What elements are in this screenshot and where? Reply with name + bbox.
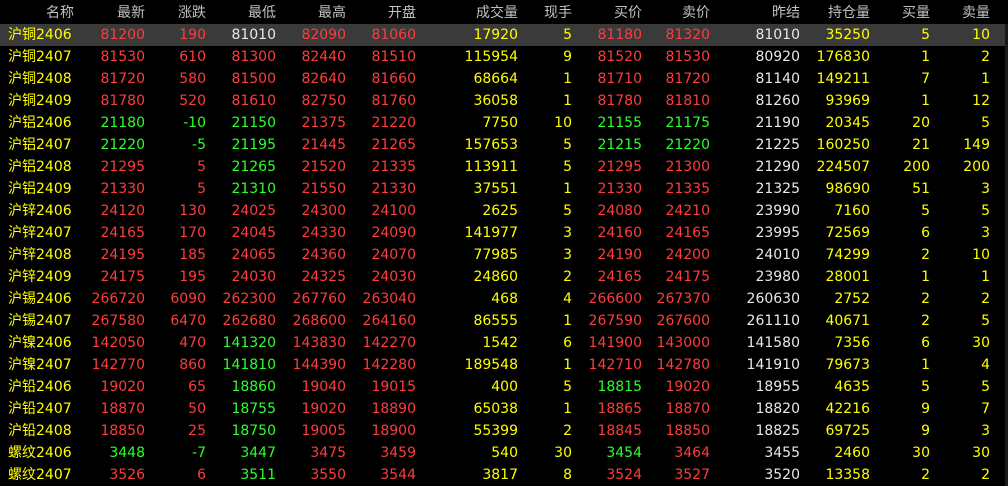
cell-ask-vol: 5 (981, 203, 990, 219)
cell-ask: 267600 (656, 313, 710, 329)
cell-ask: 21175 (665, 115, 710, 131)
cell-open: 264160 (362, 313, 416, 329)
cell-ask: 81810 (665, 93, 710, 109)
cell-ask-vol: 149 (963, 137, 990, 153)
cell-ask-vol: 5 (981, 115, 990, 131)
cell-open: 81760 (371, 93, 416, 109)
cell-ask: 267370 (656, 291, 710, 307)
table-row[interactable]: 沪锌2409 24175 195 24030 24325 24030 24860 2 24165… (0, 266, 1008, 288)
cell-ask: 142780 (656, 357, 710, 373)
cell-ask: 143000 (656, 335, 710, 351)
table-row[interactable]: 螺纹2406 3448 -7 3447 3475 3459 540 30 3454 3464 345… (0, 442, 1008, 464)
header-open[interactable]: 开盘 (326, 2, 416, 24)
cell-ask: 3464 (674, 445, 710, 461)
cell-open: 21330 (371, 181, 416, 197)
cell-ask: 21335 (665, 181, 710, 197)
cell-ask: 24210 (665, 203, 710, 219)
cell-open: 81510 (371, 49, 416, 65)
table-row[interactable]: 螺纹2407 3526 6 3511 3550 3544 3817 8 3524 3527 3520… (0, 464, 1008, 486)
table-row[interactable]: 沪铅2408 18850 25 18750 19005 18900 55399 2 18845 1… (0, 420, 1008, 442)
table-row[interactable]: 沪镍2406 142050 470 141320 143830 142270 1542 6 14… (0, 332, 1008, 354)
table-row[interactable]: 沪锌2407 24165 170 24045 24330 24090 141977 3 2416… (0, 222, 1008, 244)
cell-ask-vol: 12 (972, 93, 990, 109)
cell-ask: 18850 (665, 423, 710, 439)
cell-ask-vol: 7 (981, 401, 990, 417)
cell-ask: 19020 (665, 379, 710, 395)
table-row[interactable]: 沪铜2409 81780 520 81610 82750 81760 36058 1 81780… (0, 90, 1008, 112)
futures-quote-table: 名称 最新 涨跌 最低 最高 开盘 成交量 现手 买价 卖价 昨结 持仓量 买量 卖量 沪铜2406 812… (0, 0, 1008, 486)
cell-ask: 24200 (665, 247, 710, 263)
cell-ask-vol: 10 (972, 27, 990, 43)
cell-open: 142280 (362, 357, 416, 373)
cell-ask: 24175 (665, 269, 710, 285)
cell-open: 21335 (371, 159, 416, 175)
table-row[interactable]: 沪铝2406 21180 -10 21150 21375 21220 7750 10 21155… (0, 112, 1008, 134)
cell-ask-vol: 4 (981, 357, 990, 373)
cell-ask-vol: 3 (981, 181, 990, 197)
cell-ask: 3527 (674, 467, 710, 483)
cell-ask: 81720 (665, 71, 710, 87)
cell-open: 21220 (371, 115, 416, 131)
cell-ask-vol: 5 (981, 313, 990, 329)
cell-open: 81660 (371, 71, 416, 87)
header-ask-price[interactable]: 卖价 (620, 2, 710, 24)
table-row[interactable]: 沪铝2408 21295 5 21265 21520 21335 113911 5 21295 2… (0, 156, 1008, 178)
cell-open: 3544 (380, 467, 416, 483)
cell-open: 21265 (371, 137, 416, 153)
cell-open: 24090 (371, 225, 416, 241)
cell-open: 3459 (380, 445, 416, 461)
cell-open: 18900 (371, 423, 416, 439)
cell-ask-vol: 2 (981, 467, 990, 483)
cell-ask-vol: 3 (981, 423, 990, 439)
cell-ask-vol: 3 (981, 225, 990, 241)
cell-open: 19015 (371, 379, 416, 395)
table-row[interactable]: 沪铅2406 19020 65 18860 19040 19015 400 5 18815 190… (0, 376, 1008, 398)
cell-open: 142270 (362, 335, 416, 351)
cell-ask: 21220 (665, 137, 710, 153)
table-row[interactable]: 沪镍2407 142770 860 141810 144390 142280 189548 1… (0, 354, 1008, 376)
table-row[interactable]: 沪锡2407 267580 6470 262680 268600 264160 86555 1… (0, 310, 1008, 332)
cell-open: 24030 (371, 269, 416, 285)
table-row[interactable]: 沪铜2406 81200 190 81010 82090 81060 17920 5 81180… (0, 24, 1008, 46)
cell-ask-vol: 30 (972, 335, 990, 351)
cell-ask-vol: 2 (981, 291, 990, 307)
cell-ask: 24165 (665, 225, 710, 241)
cell-ask: 81530 (665, 49, 710, 65)
table-header-row: 名称 最新 涨跌 最低 最高 开盘 成交量 现手 买价 卖价 昨结 持仓量 买量 卖量 (0, 2, 1008, 24)
table-row[interactable]: 沪铅2407 18870 50 18755 19020 18890 65038 1 18865 1… (0, 398, 1008, 420)
table-row[interactable]: 沪铜2408 81720 580 81500 82640 81660 68664 1 81710… (0, 68, 1008, 90)
cell-ask-vol: 10 (972, 247, 990, 263)
cell-open: 81060 (371, 27, 416, 43)
cell-ask-vol: 5 (981, 379, 990, 395)
cell-open: 263040 (362, 291, 416, 307)
cell-ask: 18870 (665, 401, 710, 417)
cell-ask-vol: 30 (972, 445, 990, 461)
table-row[interactable]: 沪铝2407 21220 -5 21195 21445 21265 157653 5 21215… (0, 134, 1008, 156)
cell-ask: 21300 (665, 159, 710, 175)
table-row[interactable]: 沪锌2406 24120 130 24025 24300 24100 2625 5 24080 2… (0, 200, 1008, 222)
header-ask-volume[interactable]: 卖量 (900, 2, 990, 24)
cell-open: 18890 (371, 401, 416, 417)
table-row[interactable]: 沪铜2407 81530 610 81300 82440 81510 115954 9 8152… (0, 46, 1008, 68)
cell-open: 24070 (371, 247, 416, 263)
cell-open: 24100 (371, 203, 416, 219)
cell-ask-vol: 2 (981, 49, 990, 65)
cell-ask: 81320 (665, 27, 710, 43)
table-row[interactable]: 沪锌2408 24195 185 24065 24360 24070 77985 3 24190… (0, 244, 1008, 266)
table-row[interactable]: 沪锡2406 266720 6090 262300 267760 263040 468 4 26… (0, 288, 1008, 310)
table-row[interactable]: 沪铝2409 21330 5 21310 21550 21330 37551 1 21330 21… (0, 178, 1008, 200)
cell-ask-vol: 1 (981, 71, 990, 87)
cell-ask-vol: 1 (981, 269, 990, 285)
cell-ask-vol: 200 (963, 159, 990, 175)
